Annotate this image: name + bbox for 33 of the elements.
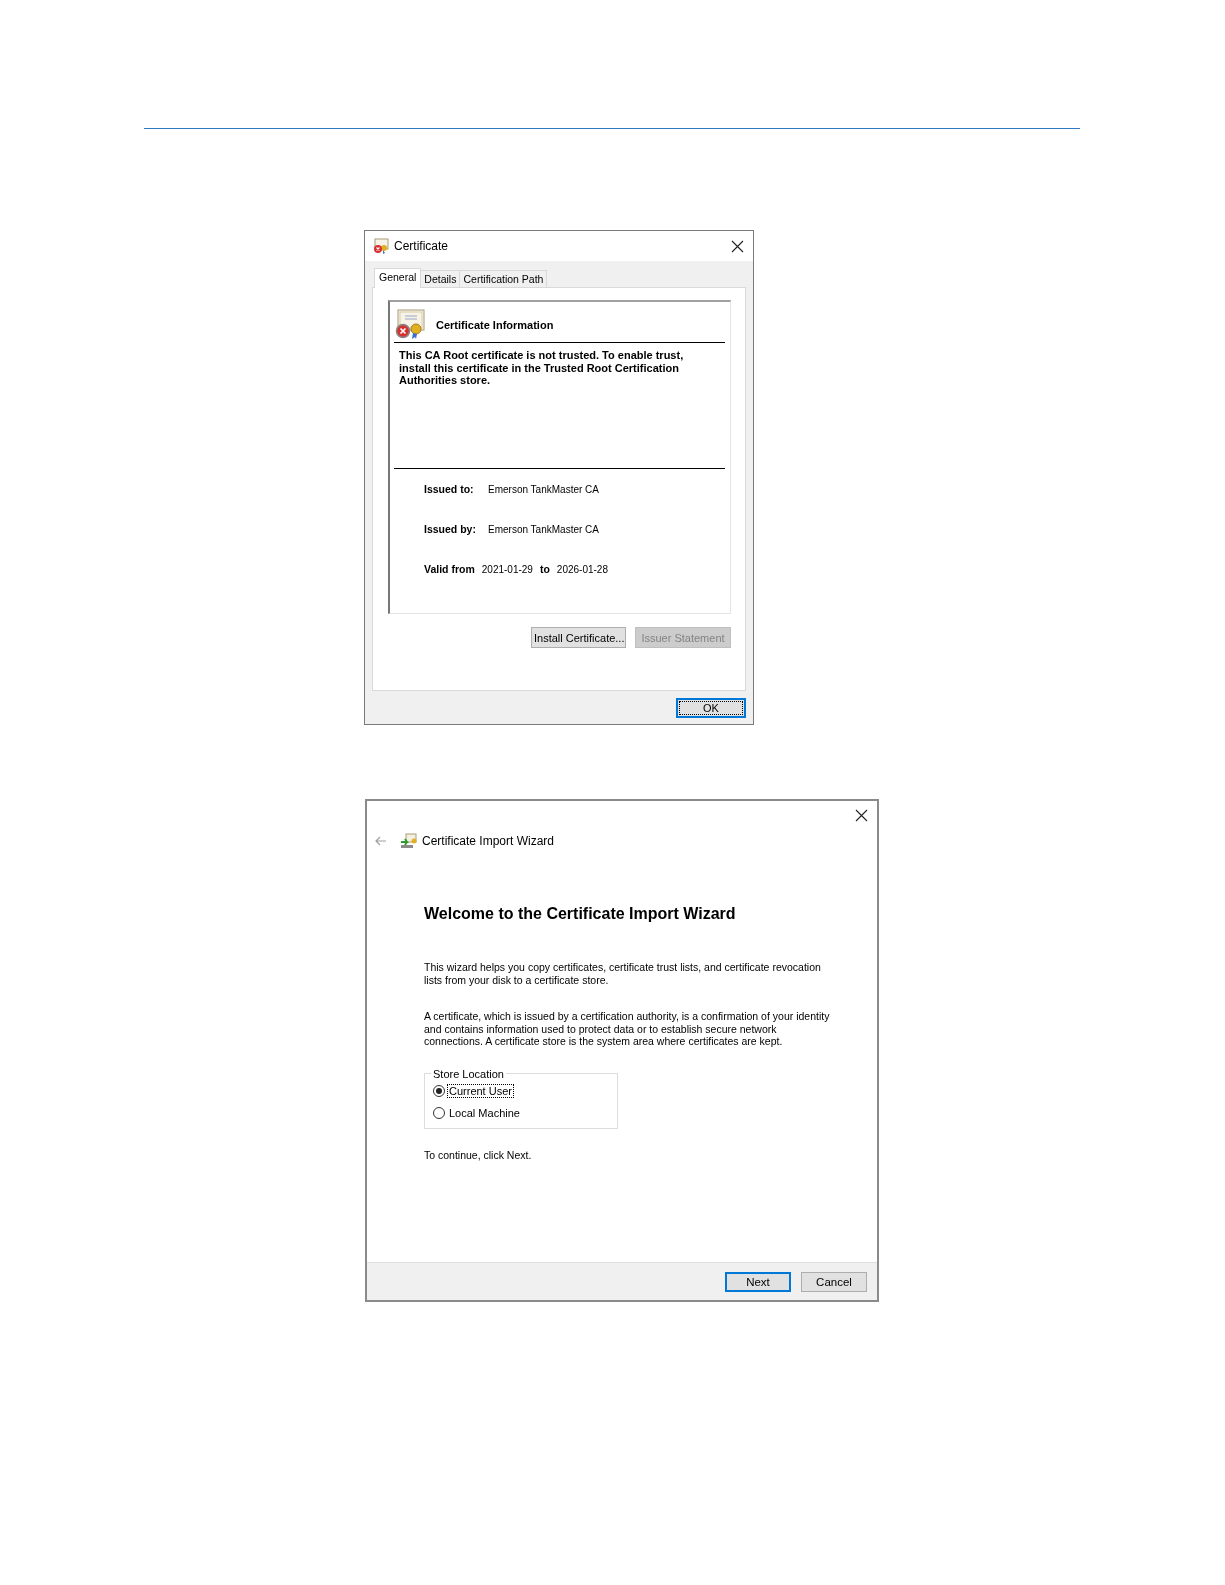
- field-label: Issued to:: [424, 483, 475, 495]
- radio-button[interactable]: [433, 1084, 445, 1097]
- instruction-text: To continue, click Next.: [424, 1148, 533, 1161]
- field-value: Emerson TankMaster CA: [488, 523, 599, 535]
- certificate-icon: [373, 238, 389, 254]
- window-title: Certificate: [394, 239, 450, 253]
- field-value: 2021-01-29: [481, 563, 533, 575]
- button[interactable]: Install Certificate...: [531, 627, 626, 648]
- paragraph: This wizard helps you copy certificates, certificate trust lists, and certificate revocation lists from your disk to a certificate store.: [424, 961, 822, 986]
- group-label: Store Location: [432, 1067, 505, 1080]
- field-label: Issued by:: [424, 523, 477, 535]
- field-value: 2026-01-28: [556, 563, 608, 575]
- next-button[interactable]: Next: [725, 1271, 791, 1292]
- field-value: Emerson TankMaster CA: [488, 483, 599, 495]
- close-icon[interactable]: [731, 239, 744, 253]
- section-heading: Certificate Information: [436, 319, 554, 331]
- certificate-icon: [395, 308, 425, 340]
- ok-button[interactable]: OK: [676, 698, 746, 718]
- paragraph: A certificate, which is issued by a certification authority, is a confirmation of your identity and contains information used to protect data or to establish secure network connections. A certificate store is the system area where certificates are kept.: [424, 1010, 831, 1048]
- warning-message: This CA Root certificate is not trusted. To enable trust, install this certificate in the Trusted Root Certification Authorities store.: [399, 349, 685, 387]
- tab[interactable]: General: [374, 268, 422, 288]
- radio-button[interactable]: [433, 1106, 445, 1119]
- wizard-heading: Welcome to the Certificate Import Wizard: [424, 905, 737, 923]
- field-label: to: [539, 563, 550, 575]
- certificate-icon: [400, 833, 417, 849]
- tab[interactable]: Certification Path: [459, 270, 548, 287]
- window-title: Certificate Import Wizard: [422, 834, 555, 848]
- radio-label[interactable]: Local Machine: [448, 1106, 521, 1119]
- radio-label[interactable]: Current User: [448, 1084, 513, 1097]
- field-label: Valid from: [424, 563, 475, 575]
- cancel-button[interactable]: Cancel: [801, 1271, 867, 1292]
- back-arrow-icon[interactable]: [374, 835, 387, 847]
- close-icon[interactable]: [855, 808, 868, 822]
